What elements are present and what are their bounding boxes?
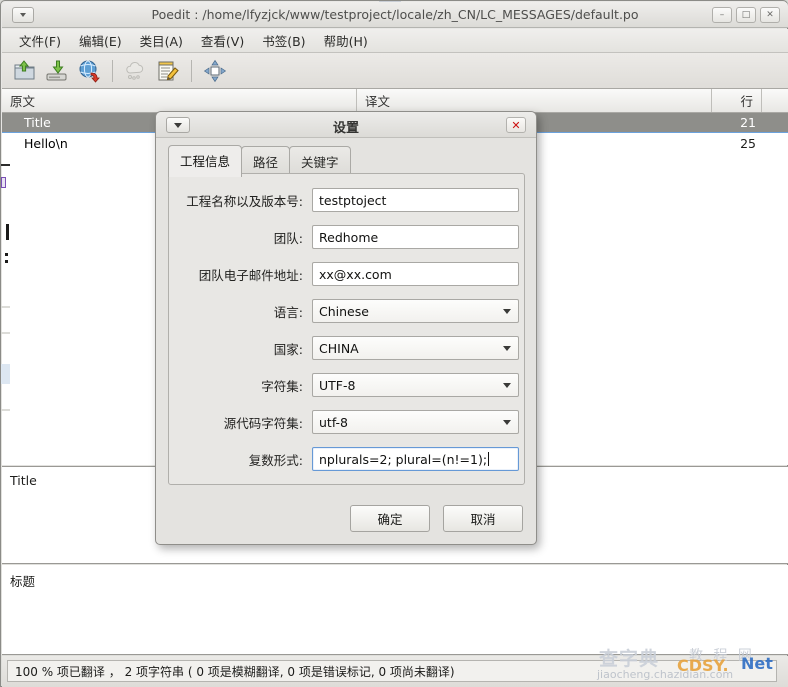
row-line-number: 25 xyxy=(712,136,762,151)
team-email-label: 团队电子邮件地址: xyxy=(169,265,312,284)
dialog-titlebar: 设置 ✕ xyxy=(156,112,536,138)
window-controls: – □ ✕ xyxy=(712,7,780,23)
source-charset-select[interactable]: utf-8 xyxy=(312,410,519,434)
form-row-team-email: 团队电子邮件地址: xx@xx.com xyxy=(169,262,526,286)
toolbar xyxy=(2,53,788,89)
chevron-down-icon xyxy=(503,346,511,351)
charset-value: UTF-8 xyxy=(319,378,355,393)
globe-update-icon[interactable] xyxy=(74,56,104,86)
main-window: LC_MESSAGES Poedit : /home/lfyzjck/www/t… xyxy=(0,0,788,687)
ok-button[interactable]: 确定 xyxy=(350,505,430,532)
menu-edit[interactable]: 编辑(E) xyxy=(70,28,131,53)
charset-select[interactable]: UTF-8 xyxy=(312,373,519,397)
menu-help[interactable]: 帮助(H) xyxy=(315,28,377,53)
team-field[interactable]: Redhome xyxy=(312,225,519,249)
language-label: 语言: xyxy=(169,302,312,321)
notepad-pencil-icon[interactable] xyxy=(153,56,183,86)
text-cursor-icon xyxy=(488,452,489,466)
chevron-down-icon xyxy=(503,420,511,425)
close-button[interactable]: ✕ xyxy=(760,7,780,23)
minimize-button[interactable]: – xyxy=(712,7,732,23)
source-charset-value: utf-8 xyxy=(319,415,348,430)
charset-label: 字符集: xyxy=(169,376,312,395)
column-source[interactable]: 原文 xyxy=(2,89,357,112)
status-text: 100 % 项已翻译 ， 2 项字符串 ( 0 项是模糊翻译, 0 项是错误标记… xyxy=(7,660,777,682)
form-row-team: 团队: Redhome xyxy=(169,225,526,249)
form-row-language: 语言: Chinese xyxy=(169,299,526,323)
chevron-down-icon xyxy=(503,309,511,314)
source-charset-label: 源代码字符集: xyxy=(169,413,312,432)
translation-text-value: 标题 xyxy=(2,565,788,596)
country-select[interactable]: CHINA xyxy=(312,336,519,360)
language-select[interactable]: Chinese xyxy=(312,299,519,323)
form-row-source-charset: 源代码字符集: utf-8 xyxy=(169,410,526,434)
save-disk-icon[interactable] xyxy=(42,56,72,86)
column-line[interactable]: 行 xyxy=(712,89,762,112)
cloud-icon[interactable] xyxy=(121,56,151,86)
menubar: 文件(F) 编辑(E) 类目(A) 查看(V) 书签(B) 帮助(H) xyxy=(2,29,788,53)
tab-panel-project-info: 工程名称以及版本号: testptoject 团队: Redhome 团队电子邮… xyxy=(168,173,525,485)
menu-file[interactable]: 文件(F) xyxy=(10,28,70,53)
form-row-charset: 字符集: UTF-8 xyxy=(169,373,526,397)
country-label: 国家: xyxy=(169,339,312,358)
toolbar-separator-1 xyxy=(112,60,113,82)
window-title: Poedit : /home/lfyzjck/www/testproject/l… xyxy=(2,7,788,22)
team-label: 团队: xyxy=(169,228,312,247)
team-email-field[interactable]: xx@xx.com xyxy=(312,262,519,286)
menu-catalog[interactable]: 类目(A) xyxy=(131,28,192,53)
list-header: 原文 译文 行 xyxy=(2,89,788,113)
column-translation[interactable]: 译文 xyxy=(357,89,712,112)
fullscreen-arrows-icon[interactable] xyxy=(200,56,230,86)
open-folder-icon[interactable] xyxy=(10,56,40,86)
plural-forms-label: 复数形式: xyxy=(169,450,312,469)
form-row-country: 国家: CHINA xyxy=(169,336,526,360)
tab-project-info[interactable]: 工程信息 xyxy=(168,145,242,177)
plural-forms-value: nplurals=2; plural=(n!=1); xyxy=(319,452,487,467)
chevron-down-icon xyxy=(503,383,511,388)
maximize-button[interactable]: □ xyxy=(736,7,756,23)
menu-view[interactable]: 查看(V) xyxy=(192,28,253,53)
titlebar: Poedit : /home/lfyzjck/www/testproject/l… xyxy=(2,2,788,28)
form-row-project-name: 工程名称以及版本号: testptoject xyxy=(169,188,526,212)
menu-bookmarks[interactable]: 书签(B) xyxy=(253,28,314,53)
statusbar: 100 % 项已翻译 ， 2 项字符串 ( 0 项是模糊翻译, 0 项是错误标记… xyxy=(2,656,788,687)
dialog-buttons: 确定 取消 xyxy=(350,505,523,532)
column-spacer xyxy=(762,89,788,112)
country-value: CHINA xyxy=(319,341,359,356)
project-info-form: 工程名称以及版本号: testptoject 团队: Redhome 团队电子邮… xyxy=(169,188,526,484)
app-root: LC_MESSAGES Poedit : /home/lfyzjck/www/t… xyxy=(0,0,788,687)
project-name-label: 工程名称以及版本号: xyxy=(169,191,312,210)
toolbar-separator-2 xyxy=(191,60,192,82)
cancel-button[interactable]: 取消 xyxy=(443,505,523,532)
plural-forms-field[interactable]: nplurals=2; plural=(n!=1); xyxy=(312,447,519,471)
form-row-plural-forms: 复数形式: nplurals=2; plural=(n!=1); xyxy=(169,447,526,471)
row-line-number: 21 xyxy=(712,115,762,130)
dialog-title: 设置 xyxy=(156,117,536,136)
dialog-close-icon[interactable]: ✕ xyxy=(506,117,526,133)
translation-text-pane[interactable]: 标题 xyxy=(2,565,788,655)
language-value: Chinese xyxy=(319,304,369,319)
project-name-field[interactable]: testptoject xyxy=(312,188,519,212)
settings-dialog: 设置 ✕ 工程信息 路径 关键字 工程名称以及版本号: testptoject … xyxy=(155,111,537,545)
